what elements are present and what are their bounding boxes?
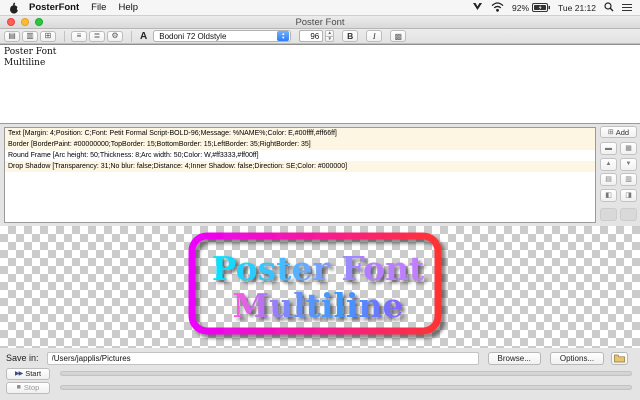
align-text-icon: ≡ — [76, 31, 82, 40]
font-size-input[interactable]: 96 — [299, 30, 324, 42]
style-row-text[interactable]: Text [Margin: 4;Position: C;Font: Petit … — [5, 128, 595, 139]
notification-center-icon[interactable] — [622, 2, 632, 13]
menu-file[interactable]: File — [91, 2, 106, 13]
import-styles-icon: ◧ — [605, 191, 612, 199]
bold-button[interactable]: B — [342, 30, 359, 42]
copy-style-icon: ▤ — [605, 176, 612, 183]
disabled-style-button-2 — [620, 207, 637, 221]
style-row-border[interactable]: Border [BorderPaint: #00000000;TopBorder… — [5, 139, 595, 150]
add-style-icon: ⊞ — [607, 129, 614, 136]
stop-icon: ■ — [16, 384, 21, 391]
italic-button[interactable]: I — [366, 30, 383, 42]
open-image-button[interactable]: ▤ — [4, 30, 20, 42]
clear-styles-button[interactable]: ▦ — [620, 142, 637, 155]
copy-image-icon: ▥ — [26, 31, 34, 40]
font-family-select[interactable]: Bodoni 72 Oldstyle ▲ ▼ — [153, 30, 292, 42]
battery-percent: 92% — [512, 2, 530, 13]
start-icon: ▶▶ — [14, 370, 23, 377]
move-up-icon: ▲ — [605, 161, 612, 167]
stop-progress-bar — [60, 385, 632, 390]
add-style-label: Add — [615, 127, 630, 137]
poster-preview-canvas[interactable]: Poster Font Multiline — [0, 226, 640, 348]
toolbar-separator — [64, 30, 65, 42]
toolbar: ▤ ▥ ⊞ ≡ ≣ ⚙ A Bodoni 72 Oldstyle ▲ ▼ 96 … — [0, 29, 640, 44]
start-row: ▶▶ Start — [0, 367, 640, 380]
settings-button[interactable]: ⚙ — [107, 30, 123, 42]
stop-label: Stop — [23, 383, 40, 392]
export-styles-icon: ◨ — [625, 191, 632, 199]
settings-gear-icon: ⚙ — [111, 31, 119, 40]
open-image-icon: ▤ — [8, 31, 16, 40]
copy-image-button[interactable]: ▥ — [22, 30, 38, 42]
start-progress-bar — [60, 371, 632, 376]
style-row-round-frame[interactable]: Round Frame [Arc height: 50;Thickness: 8… — [5, 150, 595, 161]
save-path-input[interactable] — [46, 351, 479, 365]
font-popup-stepper: ▲ ▼ — [277, 31, 290, 41]
menu-help[interactable]: Help — [118, 2, 138, 13]
wifi-icon[interactable] — [491, 1, 504, 14]
justify-icon: ▩ — [394, 31, 403, 41]
clear-styles-icon: ▦ — [625, 145, 632, 152]
import-styles-button[interactable]: ◧ — [600, 188, 617, 202]
stop-button[interactable]: ■ Stop — [6, 381, 50, 394]
save-bar: Save in: Browse... Options... — [0, 350, 640, 366]
toolbar-separator-2 — [131, 30, 132, 42]
poster-line-1: Poster Font — [211, 249, 425, 288]
font-size-stepper[interactable]: ▲ ▼ — [325, 30, 335, 42]
style-list: Text [Margin: 4;Position: C;Font: Petit … — [4, 127, 596, 223]
size-up-icon: ▲ — [325, 30, 335, 36]
poster-sign: Poster Font Multiline — [186, 231, 450, 343]
copy-style-button[interactable]: ▤ — [600, 173, 617, 186]
start-label: Start — [25, 369, 42, 378]
poster-line-2: Multiline — [232, 286, 404, 325]
menu-clock[interactable]: Tue 21:12 — [558, 3, 596, 13]
style-section: Text [Margin: 4;Position: C;Font: Petit … — [0, 126, 640, 225]
justify-button[interactable]: ▩ — [390, 30, 407, 42]
screen: PosterFont File Help 92% Tue 21:12 Poste… — [0, 0, 640, 400]
editor-line-1: Poster Font — [4, 47, 57, 57]
paste-style-icon: ▥ — [625, 176, 632, 183]
move-style-up-button[interactable]: ▲ — [600, 157, 617, 171]
poster-text: Poster Font Multiline — [196, 239, 440, 335]
window-title: Poster Font — [295, 16, 345, 28]
wrap-text-icon: ≣ — [93, 31, 101, 40]
export-image-button[interactable]: ⊞ — [40, 30, 56, 42]
move-style-down-button[interactable]: ▼ — [620, 157, 637, 171]
start-button[interactable]: ▶▶ Start — [6, 367, 50, 380]
spotlight-search-icon[interactable] — [604, 1, 614, 14]
wrap-text-button[interactable]: ≣ — [89, 30, 105, 42]
add-style-button[interactable]: ⊞ Add — [600, 126, 637, 138]
battery-icon — [532, 3, 551, 12]
message-text-editor[interactable]: Poster Font Multiline — [0, 44, 640, 124]
battery-status[interactable]: 92% — [512, 2, 551, 13]
remove-style-button[interactable]: ▬ — [600, 142, 617, 155]
app-menu[interactable]: PosterFont — [29, 2, 79, 13]
options-button[interactable]: Options... — [549, 351, 605, 365]
size-down-icon: ▼ — [325, 35, 335, 42]
font-family-value: Bodoni 72 Oldstyle — [159, 31, 227, 41]
move-down-icon: ▼ — [625, 161, 632, 167]
browse-button[interactable]: Browse... — [487, 351, 541, 365]
disabled-style-button-1 — [600, 207, 617, 221]
export-image-icon: ⊞ — [44, 31, 52, 40]
font-panel-button[interactable]: A — [140, 31, 147, 42]
stop-row: ■ Stop — [0, 381, 640, 394]
apple-menu-icon[interactable] — [9, 2, 19, 14]
save-in-label: Save in: — [6, 353, 39, 363]
style-actions-panel: ⊞ Add ▬ ▦ ▲ ▼ ▤ ▥ ◧ ◨ — [600, 126, 637, 225]
open-folder-button[interactable] — [611, 351, 629, 365]
popup-down-icon: ▼ — [281, 35, 286, 40]
menu-status-area: 92% Tue 21:12 — [472, 1, 632, 14]
menu-bar: PosterFont File Help 92% Tue 21:12 — [0, 0, 640, 16]
editor-line-2: Multiline — [4, 58, 46, 68]
style-row-drop-shadow[interactable]: Drop Shadow [Transparency: 31;No blur: f… — [5, 161, 595, 172]
window-title-bar: Poster Font — [0, 16, 640, 29]
folder-icon — [614, 354, 625, 362]
paste-style-button[interactable]: ▥ — [620, 173, 637, 186]
remove-style-icon: ▬ — [605, 145, 612, 152]
export-styles-button[interactable]: ◨ — [620, 188, 637, 202]
menu-extra-icon[interactable] — [472, 1, 483, 14]
align-text-button[interactable]: ≡ — [71, 30, 87, 42]
